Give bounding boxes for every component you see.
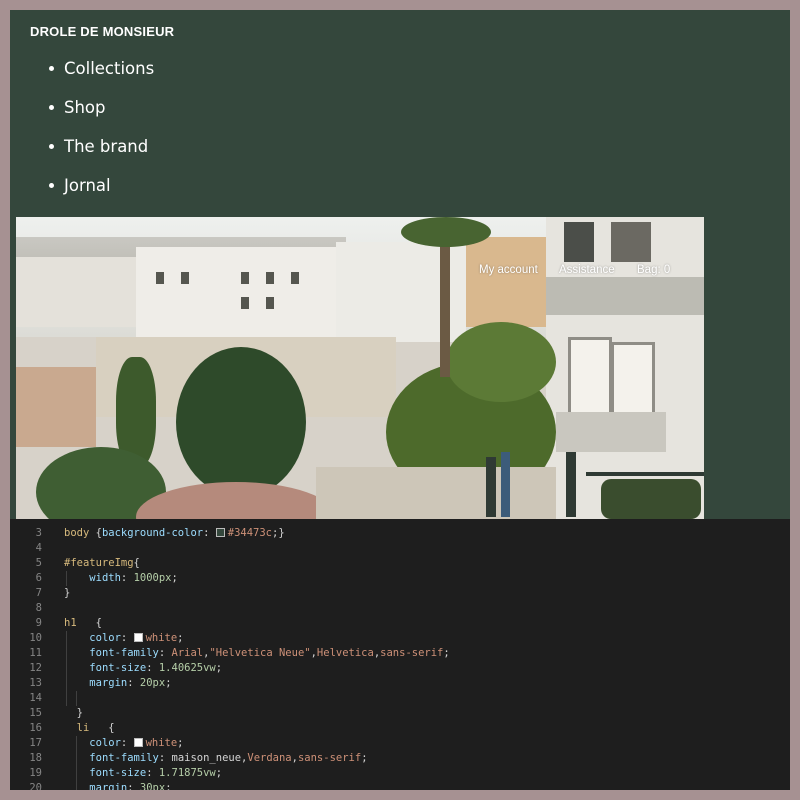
line-number: 17 — [29, 737, 42, 749]
color-swatch-icon[interactable] — [133, 737, 143, 747]
nav-item-shop[interactable]: Shop — [10, 97, 154, 136]
code-line[interactable]: 4 — [10, 541, 790, 556]
code-text: font-family: maison_neue,Verdana,sans-se… — [89, 752, 368, 764]
code-text: color: white; — [89, 737, 184, 749]
window — [291, 272, 299, 284]
street — [316, 467, 556, 519]
nav-item-jornal[interactable]: Jornal — [10, 175, 154, 214]
code-line[interactable]: 14 — [10, 691, 790, 706]
color-swatch-icon[interactable] — [133, 632, 143, 642]
code-text: #featureImg{ — [64, 557, 140, 569]
line-number: 14 — [29, 692, 42, 704]
window — [266, 272, 274, 284]
code-text: margin: 30px; — [89, 782, 172, 790]
color-swatch-icon[interactable] — [215, 527, 225, 537]
code-line[interactable]: 10 color: white; — [10, 631, 790, 646]
code-line[interactable]: 5 #featureImg{ — [10, 556, 790, 571]
house-base — [556, 412, 666, 452]
window — [241, 272, 249, 284]
palm-fronds — [401, 217, 491, 247]
line-number: 11 — [29, 647, 42, 659]
feature-image: My account Assistance Bag: 0 — [16, 217, 704, 519]
my-account-link[interactable]: My account — [479, 264, 538, 276]
line-number: 7 — [35, 587, 42, 599]
code-text: h1 { — [64, 617, 102, 629]
code-text: } — [64, 587, 71, 599]
browser-viewport: DROLE DE MONSIEUR Collections Shop The b… — [10, 10, 790, 790]
tree-dark — [176, 347, 306, 497]
planter — [601, 479, 701, 519]
code-line[interactable]: 13 margin: 20px; — [10, 676, 790, 691]
code-text: font-size: 1.40625vw; — [89, 662, 223, 674]
person — [501, 452, 510, 517]
bag-link[interactable]: Bag: 0 — [637, 264, 670, 276]
line-number: 4 — [35, 542, 42, 554]
line-number: 19 — [29, 767, 42, 779]
window — [266, 297, 274, 309]
building-low-left — [16, 367, 96, 447]
code-line[interactable]: 17 color: white; — [10, 736, 790, 751]
line-number: 15 — [29, 707, 42, 719]
person — [486, 457, 496, 517]
main-nav: Collections Shop The brand Jornal — [10, 58, 154, 214]
nav-item-collections[interactable]: Collections — [10, 58, 154, 97]
code-line[interactable]: 12 font-size: 1.40625vw; — [10, 661, 790, 676]
building-white-mid — [136, 247, 336, 342]
person — [566, 452, 576, 517]
palm-trunk — [440, 237, 450, 377]
code-line[interactable]: 20 margin: 30px; — [10, 781, 790, 790]
house-bay-roof — [546, 277, 704, 315]
line-number: 5 — [35, 557, 42, 569]
code-line[interactable]: 3 body {background-color: #34473c;} — [10, 526, 790, 541]
code-line[interactable]: 15 } — [10, 706, 790, 721]
line-number: 8 — [35, 602, 42, 614]
code-text: color: white; — [89, 632, 184, 644]
assistance-link[interactable]: Assistance — [559, 264, 615, 276]
brand-title[interactable]: DROLE DE MONSIEUR — [30, 24, 174, 39]
house-shutter-window — [568, 337, 612, 418]
code-text: width: 1000px; — [89, 572, 178, 584]
code-line[interactable]: 9 h1 { — [10, 616, 790, 631]
line-number: 20 — [29, 782, 42, 790]
code-text: body {background-color: #34473c;} — [64, 527, 285, 539]
window — [156, 272, 164, 284]
code-text: margin: 20px; — [89, 677, 172, 689]
house-shutter-window — [611, 342, 655, 423]
line-number: 18 — [29, 752, 42, 764]
code-line[interactable]: 7} — [10, 586, 790, 601]
code-text: font-size: 1.71875vw; — [89, 767, 223, 779]
code-text: li { — [76, 722, 115, 734]
nav-item-the-brand[interactable]: The brand — [10, 136, 154, 175]
window — [181, 272, 189, 284]
code-line[interactable]: 11 font-family: Arial,"Helvetica Neue",H… — [10, 646, 790, 661]
code-text: } — [64, 707, 83, 719]
house-upper-window — [564, 222, 594, 262]
code-text: font-family: Arial,"Helvetica Neue",Helv… — [89, 647, 450, 659]
line-number: 3 — [35, 527, 42, 539]
flower-bed — [136, 482, 336, 519]
window — [241, 297, 249, 309]
code-line[interactable]: 18 font-family: maison_neue,Verdana,sans… — [10, 751, 790, 766]
code-line[interactable]: 6 width: 1000px; — [10, 571, 790, 586]
code-editor[interactable]: 3 body {background-color: #34473c;} 4 5 #fea… — [10, 519, 790, 790]
code-line[interactable]: 8 — [10, 601, 790, 616]
line-number: 9 — [35, 617, 42, 629]
code-line[interactable]: 16 li { — [10, 721, 790, 736]
building-far-left — [16, 257, 136, 327]
house-upper-window — [611, 222, 651, 262]
line-number: 16 — [29, 722, 42, 734]
line-number: 10 — [29, 632, 42, 644]
line-number: 13 — [29, 677, 42, 689]
tree-top — [446, 322, 556, 402]
line-number: 6 — [35, 572, 42, 584]
code-line[interactable]: 19 font-size: 1.71875vw; — [10, 766, 790, 781]
stair-railing — [586, 472, 704, 476]
building-tan — [466, 237, 551, 327]
line-number: 12 — [29, 662, 42, 674]
